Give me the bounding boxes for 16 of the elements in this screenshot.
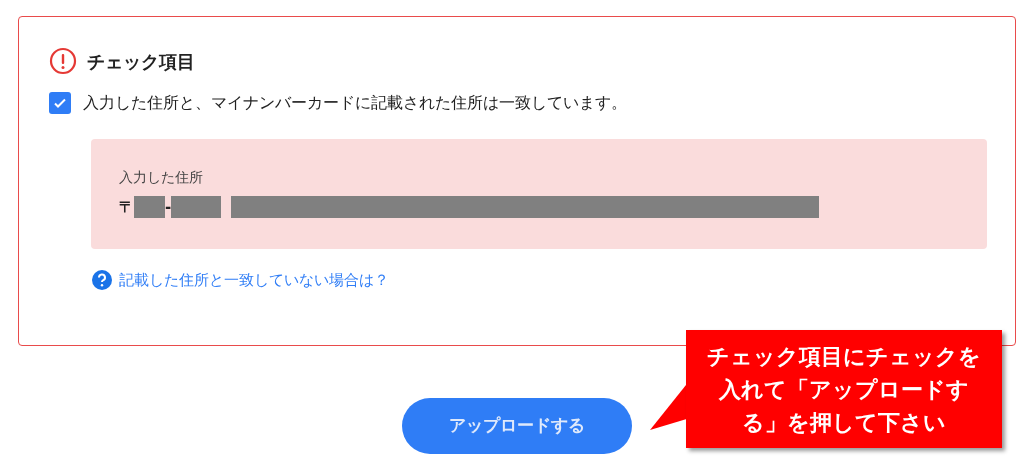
hyphen: - [165,196,172,218]
callout-text: 入れて「アップロードす [719,375,969,404]
redaction-bar [134,196,165,218]
check-icon [53,96,67,110]
checkbox[interactable] [49,92,71,114]
help-link[interactable]: 記載した住所と一致していない場合は？ [119,269,389,292]
postal-mark: 〒 [119,196,134,218]
alert-icon [49,47,77,75]
callout-text: る」を押して下さい [742,408,946,437]
redaction-bar [171,196,222,218]
checkbox-label: 入力した住所と、マイナンバーカードに記載された住所は一致しています。 [83,92,627,114]
address-label: 入力した住所 [119,168,204,187]
section-title: チェック項目 [87,49,195,74]
callout-text: チェック項目にチェックを [707,342,981,371]
upload-button[interactable]: アップロードする [402,398,632,454]
help-icon [91,269,113,292]
